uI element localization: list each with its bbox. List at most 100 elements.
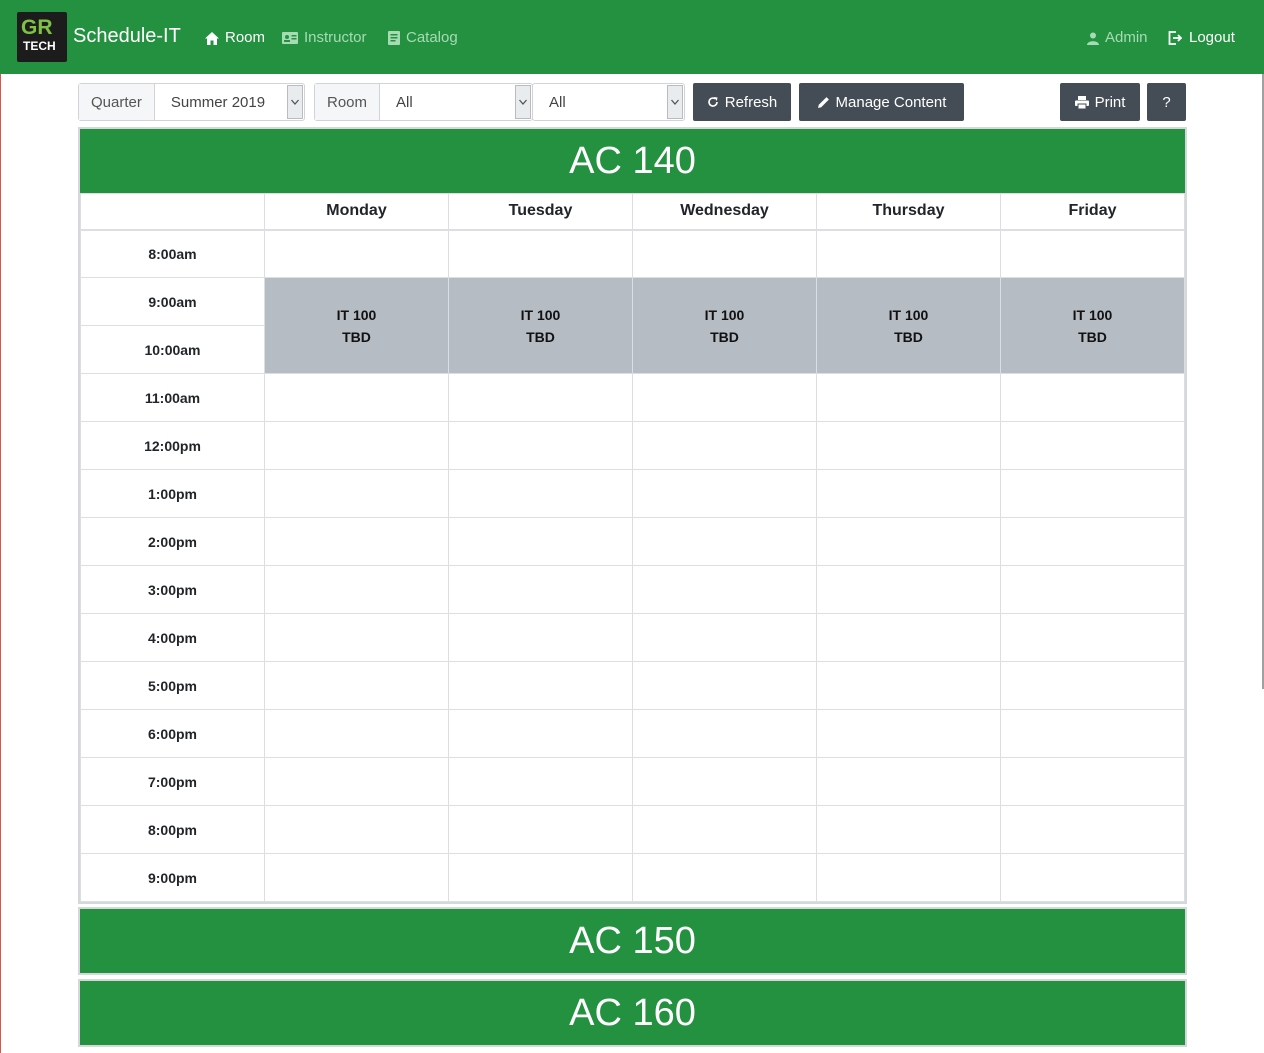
gr-tech-logo[interactable]: GR TECH — [17, 12, 67, 62]
time-label: 12:00pm — [80, 421, 265, 470]
empty-slot[interactable] — [1000, 469, 1185, 518]
empty-slot[interactable] — [816, 421, 1001, 470]
empty-slot[interactable] — [1000, 805, 1185, 854]
empty-slot[interactable] — [1000, 373, 1185, 422]
app-brand[interactable]: Schedule-IT — [73, 24, 181, 48]
empty-slot[interactable] — [264, 229, 449, 278]
empty-slot[interactable] — [1000, 421, 1185, 470]
empty-slot[interactable] — [632, 517, 817, 566]
empty-slot[interactable] — [1000, 565, 1185, 614]
empty-slot[interactable] — [448, 613, 633, 662]
schedule-table: Monday Tuesday Wednesday Thursday Friday… — [80, 193, 1185, 902]
room-title[interactable]: AC 160 — [80, 981, 1185, 1045]
table-row: 11:00am — [80, 373, 1185, 422]
room-title[interactable]: AC 150 — [80, 909, 1185, 973]
empty-slot[interactable] — [816, 661, 1001, 710]
empty-slot[interactable] — [816, 469, 1001, 518]
empty-slot[interactable] — [632, 661, 817, 710]
empty-slot[interactable] — [816, 757, 1001, 806]
room-value[interactable]: All — [380, 84, 514, 120]
empty-slot[interactable] — [264, 565, 449, 614]
empty-slot[interactable] — [448, 757, 633, 806]
chevron-down-icon[interactable] — [515, 85, 531, 119]
empty-slot[interactable] — [264, 613, 449, 662]
empty-slot[interactable] — [816, 709, 1001, 758]
empty-slot[interactable] — [632, 565, 817, 614]
nav-admin[interactable]: Admin — [1087, 28, 1148, 48]
empty-slot[interactable] — [816, 229, 1001, 278]
empty-slot[interactable] — [632, 421, 817, 470]
empty-slot[interactable] — [816, 853, 1001, 902]
refresh-label: Refresh — [724, 93, 778, 111]
class-block-wednesday[interactable]: IT 100 TBD — [632, 277, 817, 374]
empty-slot[interactable] — [632, 805, 817, 854]
empty-slot[interactable] — [264, 805, 449, 854]
nav-instructor[interactable]: Instructor — [282, 28, 367, 48]
quarter-value[interactable]: Summer 2019 — [155, 84, 286, 120]
empty-slot[interactable] — [632, 757, 817, 806]
time-label: 8:00pm — [80, 805, 265, 854]
empty-slot[interactable] — [448, 805, 633, 854]
empty-slot[interactable] — [1000, 853, 1185, 902]
empty-slot[interactable] — [264, 373, 449, 422]
empty-slot[interactable] — [1000, 757, 1185, 806]
nav-catalog[interactable]: Catalog — [388, 28, 458, 48]
nav-logout-label: Logout — [1189, 29, 1235, 46]
chevron-down-icon[interactable] — [667, 85, 683, 119]
empty-slot[interactable] — [448, 373, 633, 422]
empty-slot[interactable] — [632, 613, 817, 662]
empty-slot[interactable] — [448, 853, 633, 902]
class-block-tuesday[interactable]: IT 100 TBD — [448, 277, 633, 374]
manage-content-button[interactable]: Manage Content — [799, 83, 964, 121]
empty-slot[interactable] — [816, 805, 1001, 854]
empty-slot[interactable] — [448, 661, 633, 710]
home-icon — [205, 31, 219, 45]
filter-value[interactable]: All — [533, 84, 666, 120]
empty-slot[interactable] — [1000, 709, 1185, 758]
empty-slot[interactable] — [264, 709, 449, 758]
top-navbar: GR TECH Schedule-IT Room Instructor Cata… — [0, 0, 1264, 74]
empty-slot[interactable] — [264, 661, 449, 710]
empty-slot[interactable] — [448, 517, 633, 566]
empty-slot[interactable] — [264, 757, 449, 806]
empty-slot[interactable] — [1000, 517, 1185, 566]
day-header: Friday — [1000, 193, 1185, 231]
empty-slot[interactable] — [264, 853, 449, 902]
empty-slot[interactable] — [816, 373, 1001, 422]
empty-slot[interactable] — [264, 421, 449, 470]
room-panel: AC 160 — [78, 979, 1187, 1047]
nav-room[interactable]: Room — [205, 28, 265, 48]
empty-slot[interactable] — [1000, 661, 1185, 710]
empty-slot[interactable] — [448, 229, 633, 278]
empty-slot[interactable] — [264, 469, 449, 518]
empty-slot[interactable] — [448, 421, 633, 470]
help-button[interactable]: ? — [1147, 83, 1186, 121]
room-select[interactable]: Room All — [314, 83, 533, 121]
empty-slot[interactable] — [632, 469, 817, 518]
empty-slot[interactable] — [1000, 613, 1185, 662]
class-block-thursday[interactable]: IT 100 TBD — [816, 277, 1001, 374]
quarter-select[interactable]: Quarter Summer 2019 — [78, 83, 305, 121]
empty-slot[interactable] — [816, 517, 1001, 566]
empty-slot[interactable] — [632, 373, 817, 422]
refresh-button[interactable]: Refresh — [693, 83, 791, 121]
class-block-monday[interactable]: IT 100 TBD — [264, 277, 449, 374]
room-title[interactable]: AC 140 — [80, 129, 1185, 193]
print-button[interactable]: Print — [1060, 83, 1140, 121]
chevron-down-icon[interactable] — [287, 85, 303, 119]
filter-select[interactable]: All — [532, 83, 685, 121]
empty-slot[interactable] — [448, 565, 633, 614]
empty-slot[interactable] — [816, 565, 1001, 614]
empty-slot[interactable] — [448, 469, 633, 518]
empty-slot[interactable] — [448, 709, 633, 758]
empty-slot[interactable] — [264, 517, 449, 566]
empty-slot[interactable] — [632, 709, 817, 758]
empty-slot[interactable] — [1000, 229, 1185, 278]
empty-slot[interactable] — [632, 229, 817, 278]
time-label: 3:00pm — [80, 565, 265, 614]
empty-slot[interactable] — [816, 613, 1001, 662]
nav-logout[interactable]: Logout — [1168, 28, 1235, 48]
table-row: 9:00pm — [80, 853, 1185, 902]
class-block-friday[interactable]: IT 100 TBD — [1000, 277, 1185, 374]
empty-slot[interactable] — [632, 853, 817, 902]
